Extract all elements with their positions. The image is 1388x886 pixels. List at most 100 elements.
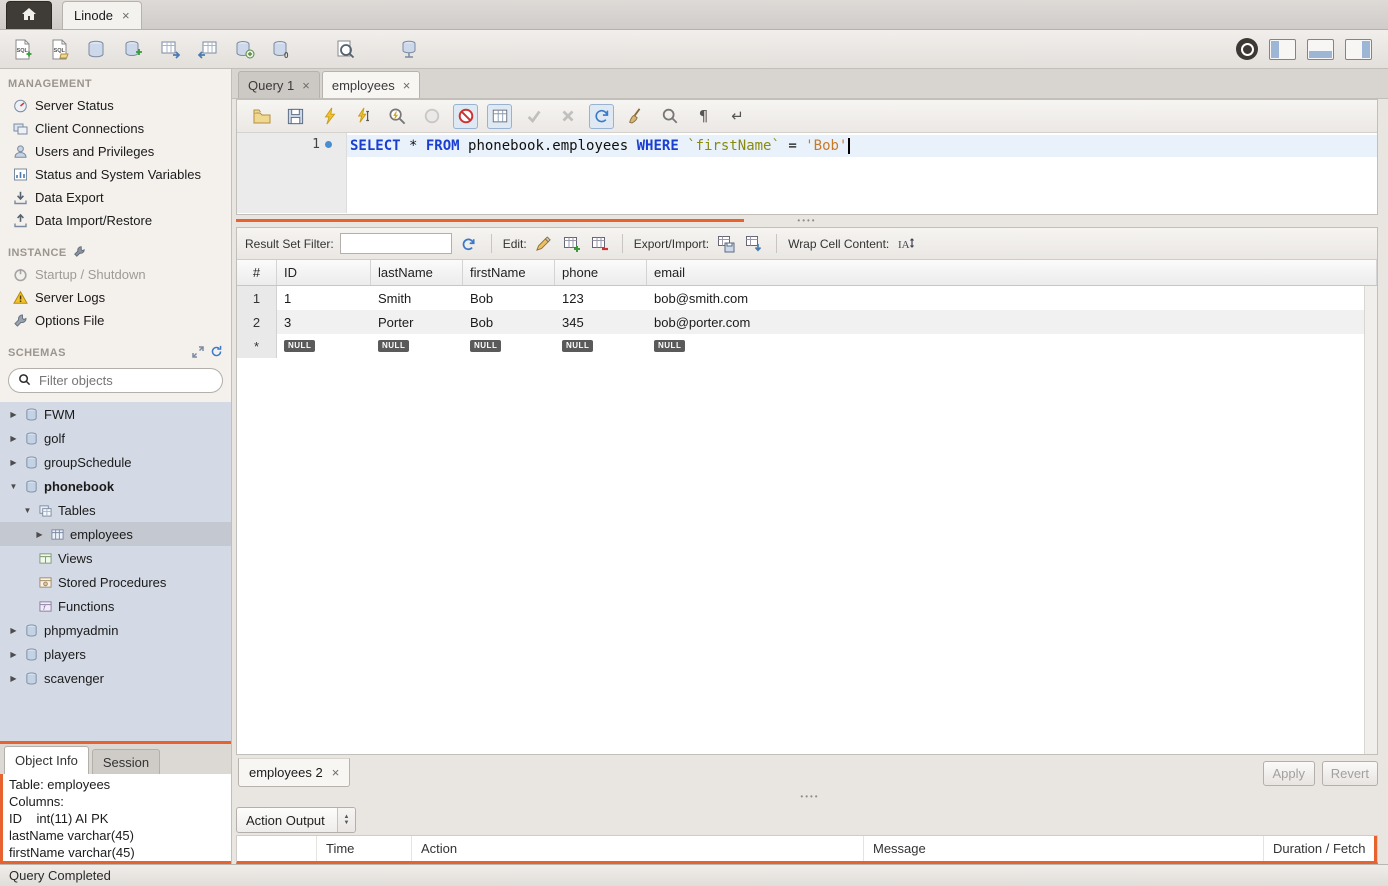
- new-row-placeholder[interactable]: * NULL NULL NULL NULL NULL: [237, 334, 1377, 358]
- stop-query-icon[interactable]: [419, 104, 444, 129]
- chevron-right-icon[interactable]: [8, 458, 19, 467]
- tree-item-table-employees[interactable]: employees: [0, 522, 231, 546]
- result-filter-input[interactable]: [340, 233, 452, 254]
- tree-item-functions[interactable]: fFunctions: [0, 594, 231, 618]
- schema-filter[interactable]: [8, 368, 223, 393]
- sql-code-area[interactable]: SELECT * FROM phonebook.employees WHERE …: [347, 133, 1377, 213]
- column-header-lastname[interactable]: lastName: [371, 260, 463, 285]
- cell-firstname[interactable]: Bob: [463, 310, 555, 334]
- editor-result-splitter[interactable]: [236, 215, 1378, 227]
- export-recordset-icon[interactable]: [715, 233, 737, 255]
- cell-phone[interactable]: 345: [555, 310, 647, 334]
- open-sql-script-icon[interactable]: SQL: [47, 37, 71, 61]
- tab-query-1[interactable]: Query 1×: [238, 71, 320, 98]
- toggle-output-panel-icon[interactable]: [1307, 39, 1334, 60]
- tree-item-schema[interactable]: scavenger: [0, 666, 231, 690]
- sidebar-item-data-export[interactable]: Data Export: [0, 186, 231, 209]
- insert-row-icon[interactable]: [561, 233, 583, 255]
- cell-email[interactable]: bob@smith.com: [647, 286, 1377, 310]
- chevron-right-icon[interactable]: [34, 530, 45, 539]
- tree-item-tables[interactable]: Tables: [0, 498, 231, 522]
- tab-result-employees-2[interactable]: employees 2 ×: [238, 758, 350, 787]
- select-stepper-icon[interactable]: [337, 808, 355, 832]
- explain-plan-icon[interactable]: [385, 104, 410, 129]
- chevron-right-icon[interactable]: [8, 674, 19, 683]
- refresh-result-icon[interactable]: [458, 233, 480, 255]
- output-column-action[interactable]: Action: [412, 836, 864, 861]
- column-header-email[interactable]: email: [647, 260, 1377, 285]
- chevron-right-icon[interactable]: [8, 434, 19, 443]
- edit-cell-icon[interactable]: [533, 233, 555, 255]
- tree-item-schema[interactable]: groupSchedule: [0, 450, 231, 474]
- sidebar-item-users-privileges[interactable]: Users and Privileges: [0, 140, 231, 163]
- toggle-sidebar-icon[interactable]: [1269, 39, 1296, 60]
- tree-item-schema[interactable]: phpmyadmin: [0, 618, 231, 642]
- schema-filter-input[interactable]: [37, 372, 213, 389]
- close-icon[interactable]: ×: [403, 79, 411, 92]
- column-header-phone[interactable]: phone: [555, 260, 647, 285]
- output-column-message[interactable]: Message: [864, 836, 1264, 861]
- output-splitter[interactable]: [232, 791, 1388, 803]
- revert-button[interactable]: Revert: [1322, 761, 1378, 786]
- new-query-tab-icon[interactable]: SQL: [10, 37, 34, 61]
- close-icon[interactable]: ×: [122, 9, 130, 22]
- cell-email[interactable]: bob@porter.com: [647, 310, 1377, 334]
- cell-lastname[interactable]: Porter: [371, 310, 463, 334]
- cell-phone[interactable]: 123: [555, 286, 647, 310]
- close-icon[interactable]: ×: [302, 79, 310, 92]
- wrap-text-icon[interactable]: ↵: [725, 104, 750, 129]
- editor-body[interactable]: 1 SELECT * FROM phonebook.employees WHER…: [237, 133, 1377, 213]
- output-type-select[interactable]: Action Output: [236, 807, 356, 833]
- execute-current-statement-icon[interactable]: [351, 104, 376, 129]
- tab-employees[interactable]: employees×: [322, 71, 420, 98]
- apply-button[interactable]: Apply: [1263, 761, 1315, 786]
- invisible-characters-icon[interactable]: ¶: [691, 104, 716, 129]
- save-script-icon[interactable]: [283, 104, 308, 129]
- add-database-icon[interactable]: [232, 37, 256, 61]
- chevron-down-icon[interactable]: [8, 482, 19, 491]
- limit-rows-icon[interactable]: [487, 104, 512, 129]
- splitter-grip[interactable]: [800, 792, 819, 801]
- sidebar-item-server-logs[interactable]: Server Logs: [0, 286, 231, 309]
- close-icon[interactable]: ×: [332, 766, 340, 779]
- home-tab[interactable]: [6, 1, 52, 29]
- vertical-scrollbar[interactable]: [1364, 286, 1377, 754]
- find-icon[interactable]: [657, 104, 682, 129]
- tab-object-info[interactable]: Object Info: [4, 746, 89, 774]
- sidebar-item-data-import[interactable]: Data Import/Restore: [0, 209, 231, 232]
- sidebar-item-server-status[interactable]: Server Status: [0, 94, 231, 117]
- table-row[interactable]: 2 3 Porter Bob 345 bob@porter.com: [237, 310, 1377, 334]
- rollback-icon[interactable]: [555, 104, 580, 129]
- expand-panel-icon[interactable]: [192, 346, 204, 361]
- chevron-down-icon[interactable]: [22, 506, 33, 515]
- commit-icon[interactable]: [521, 104, 546, 129]
- notifications-icon[interactable]: [1236, 38, 1258, 60]
- cell-id[interactable]: 1: [277, 286, 371, 310]
- server-connection-icon[interactable]: [397, 37, 421, 61]
- tree-item-stored-procedures[interactable]: Stored Procedures: [0, 570, 231, 594]
- new-table-icon[interactable]: [121, 37, 145, 61]
- beautify-script-icon[interactable]: [623, 104, 648, 129]
- toggle-secondary-sidebar-icon[interactable]: [1345, 39, 1372, 60]
- open-file-icon[interactable]: [249, 104, 274, 129]
- splitter-grip[interactable]: [797, 216, 816, 225]
- new-schema-icon[interactable]: [84, 37, 108, 61]
- export-table-icon[interactable]: [195, 37, 219, 61]
- rollback-database-icon[interactable]: 0: [269, 37, 293, 61]
- column-header-rownum[interactable]: #: [237, 260, 277, 285]
- output-column-duration[interactable]: Duration / Fetch: [1264, 836, 1377, 861]
- sidebar-item-startup-shutdown[interactable]: Startup / Shutdown: [0, 263, 231, 286]
- import-table-icon[interactable]: [158, 37, 182, 61]
- refresh-schemas-icon[interactable]: [210, 345, 223, 361]
- output-column-time[interactable]: Time: [317, 836, 412, 861]
- table-row[interactable]: 1 1 Smith Bob 123 bob@smith.com: [237, 286, 1377, 310]
- sidebar-item-options-file[interactable]: Options File: [0, 309, 231, 332]
- tab-session[interactable]: Session: [92, 749, 160, 774]
- tree-item-schema-phonebook[interactable]: phonebook: [0, 474, 231, 498]
- cell-firstname[interactable]: Bob: [463, 286, 555, 310]
- search-objects-icon[interactable]: [333, 37, 357, 61]
- toggle-stop-on-error-icon[interactable]: [453, 104, 478, 129]
- cell-id[interactable]: 3: [277, 310, 371, 334]
- wrap-cell-content-icon[interactable]: IA: [895, 233, 917, 255]
- cell-lastname[interactable]: Smith: [371, 286, 463, 310]
